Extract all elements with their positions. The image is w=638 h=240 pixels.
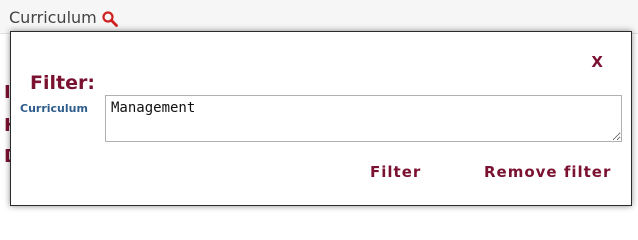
remove-filter-button[interactable]: Remove filter	[484, 163, 611, 181]
page: Curriculum I H D X Filter: Curriculum Ma…	[0, 0, 638, 212]
curriculum-field-label: Curriculum	[20, 102, 88, 115]
dialog-heading: Filter:	[30, 72, 95, 94]
close-button[interactable]: X	[591, 53, 603, 71]
background-title: Curriculum	[9, 8, 97, 27]
filter-button[interactable]: Filter	[370, 163, 421, 181]
filter-dialog: X Filter: Curriculum Management Filter R…	[10, 31, 632, 206]
search-icon[interactable]	[101, 10, 119, 28]
curriculum-input[interactable]: Management	[105, 95, 622, 142]
